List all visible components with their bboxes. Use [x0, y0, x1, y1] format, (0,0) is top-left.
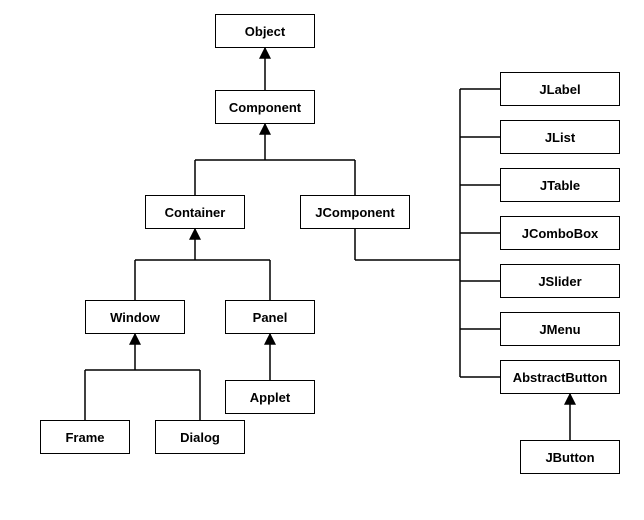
node-jlist: JList: [500, 120, 620, 154]
node-abstractbutton: AbstractButton: [500, 360, 620, 394]
node-jslider: JSlider: [500, 264, 620, 298]
node-label: JTable: [540, 178, 580, 193]
node-container: Container: [145, 195, 245, 229]
node-label: Object: [245, 24, 285, 39]
node-jcomponent: JComponent: [300, 195, 410, 229]
node-label: JButton: [545, 450, 594, 465]
node-jlabel: JLabel: [500, 72, 620, 106]
node-label: Frame: [65, 430, 104, 445]
node-window: Window: [85, 300, 185, 334]
node-label: Applet: [250, 390, 290, 405]
node-panel: Panel: [225, 300, 315, 334]
node-object: Object: [215, 14, 315, 48]
node-label: Window: [110, 310, 160, 325]
node-jcombobox: JComboBox: [500, 216, 620, 250]
node-label: JComboBox: [522, 226, 599, 241]
node-label: JLabel: [539, 82, 580, 97]
node-applet: Applet: [225, 380, 315, 414]
node-label: Panel: [253, 310, 288, 325]
node-label: JSlider: [538, 274, 581, 289]
node-jmenu: JMenu: [500, 312, 620, 346]
node-label: Component: [229, 100, 301, 115]
node-frame: Frame: [40, 420, 130, 454]
node-component: Component: [215, 90, 315, 124]
node-jtable: JTable: [500, 168, 620, 202]
class-hierarchy-diagram: Object Component Container JComponent Wi…: [0, 0, 644, 520]
node-dialog: Dialog: [155, 420, 245, 454]
node-label: JList: [545, 130, 575, 145]
node-label: Container: [165, 205, 226, 220]
node-jbutton: JButton: [520, 440, 620, 474]
node-label: AbstractButton: [513, 370, 608, 385]
node-label: JComponent: [315, 205, 394, 220]
node-label: Dialog: [180, 430, 220, 445]
node-label: JMenu: [539, 322, 580, 337]
